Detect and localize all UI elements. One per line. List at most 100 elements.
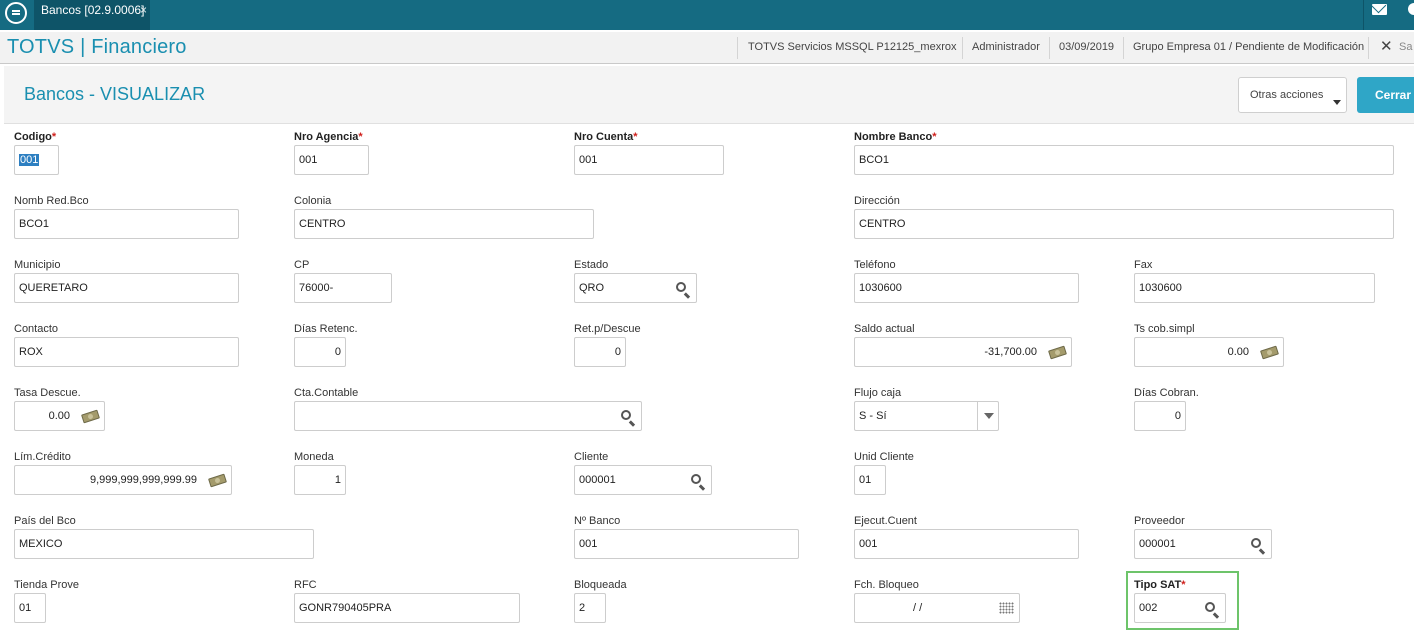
direccion-label: Dirección [854,195,900,207]
codigo-value: 001 [19,154,40,166]
lim-credito-input[interactable]: 9,999,999,999,999.99 [14,465,232,495]
fch-bloqueo-label: Fch. Bloqueo [854,579,919,591]
mail-icon[interactable] [1372,4,1387,15]
fax-input[interactable]: 1030600 [1134,273,1375,303]
tipo-sat-input[interactable]: 002 [1134,593,1226,623]
dias-cobran-label: Días Cobran. [1134,387,1199,399]
estado-input[interactable]: QRO [574,273,697,303]
tasa-descue-input[interactable]: 0.00 [14,401,105,431]
totvs-logo-icon[interactable] [5,2,27,24]
tasa-descue-label: Tasa Descue. [14,387,81,399]
contacto-input[interactable]: ROX [14,337,239,367]
proveedor-input[interactable]: 000001 [1134,529,1272,559]
telefono-input[interactable]: 1030600 [854,273,1079,303]
municipio-label: Municipio [14,259,61,271]
chevron-down-icon [1333,100,1341,105]
cta-contable-input[interactable] [294,401,642,431]
ts-cob-input[interactable]: 0.00 [1134,337,1284,367]
user-info: Administrador [972,41,1040,53]
other-actions-button[interactable]: Otras acciones [1238,77,1347,113]
header-divider [1123,37,1124,59]
ret-descue-input[interactable]: 0 [574,337,626,367]
codigo-input[interactable]: 001 [14,145,59,175]
search-icon[interactable] [621,410,631,420]
rfc-input[interactable]: GONR790405PRA [294,593,520,623]
money-icon[interactable] [81,409,100,424]
estado-label: Estado [574,259,609,271]
close-label[interactable]: Sa [1399,41,1412,53]
nro-agencia-input[interactable]: 001 [294,145,369,175]
required-marker: * [932,131,937,143]
user-icon[interactable] [1408,3,1414,15]
cp-label: CP [294,259,310,271]
flujo-caja-select[interactable]: S - Sí [854,401,999,431]
close-icon[interactable]: ✕ [1380,37,1393,55]
search-icon[interactable] [1205,602,1215,612]
fch-bloqueo-input[interactable]: / / [854,593,1020,623]
search-icon[interactable] [676,282,686,292]
moneda-label: Moneda [294,451,334,463]
money-icon[interactable] [1260,345,1279,360]
contacto-label: Contacto [14,323,59,335]
cp-input[interactable]: 76000- [294,273,392,303]
date-info: 03/09/2019 [1059,41,1115,53]
money-icon[interactable] [208,473,227,488]
pais-bco-input[interactable]: MEXICO [14,529,314,559]
header-divider [1368,37,1369,59]
calendar-icon[interactable] [999,602,1014,614]
bloqueada-input[interactable]: 2 [574,593,606,623]
required-marker: * [633,131,638,143]
codigo-label: Codigo [14,131,52,143]
tab-close-icon[interactable]: × [140,0,147,20]
close-button[interactable]: Cerrar [1357,77,1414,113]
ejecut-cuent-input[interactable]: 001 [854,529,1079,559]
ts-cob-value: 0.00 [1227,346,1249,358]
n-banco-label: Nº Banco [574,515,621,527]
saldo-actual-label: Saldo actual [854,323,915,335]
flujo-caja-label: Flujo caja [854,387,902,399]
header-divider [962,37,963,59]
nro-cuenta-input[interactable]: 001 [574,145,724,175]
proveedor-value: 000001 [1139,538,1176,550]
dias-cobran-input[interactable]: 0 [1134,401,1186,431]
unid-cliente-input[interactable]: 01 [854,465,886,495]
lim-credito-label: Lím.Crédito [14,451,71,463]
cliente-label: Cliente [574,451,609,463]
moneda-input[interactable]: 1 [294,465,346,495]
nombre-banco-input[interactable]: BCO1 [854,145,1394,175]
nomb-red-label: Nomb Red.Bco [14,195,89,207]
bloqueada-label: Bloqueada [574,579,627,591]
required-marker: * [1181,579,1186,591]
app-brand: TOTVS | Financiero [7,36,187,58]
tab-bancos[interactable]: Bancos [02.9.0006] × [34,0,150,30]
cliente-input[interactable]: 000001 [574,465,712,495]
chevron-down-icon[interactable] [984,413,994,419]
dias-retenc-input[interactable]: 0 [294,337,346,367]
n-banco-input[interactable]: 001 [574,529,799,559]
top-tab-bar: Bancos [02.9.0006] × [0,0,1414,30]
tienda-prove-input[interactable]: 01 [14,593,46,623]
header-divider [1049,37,1050,59]
cliente-value: 000001 [579,474,616,486]
select-divider [977,402,978,430]
flujo-caja-value: S - Sí [859,410,887,422]
colonia-label: Colonia [294,195,332,207]
nro-agencia-label: Nro Agencia [294,131,359,143]
pais-bco-label: País del Bco [14,515,76,527]
estado-value: QRO [579,282,605,294]
saldo-actual-input[interactable]: -31,700.00 [854,337,1072,367]
search-icon[interactable] [691,474,701,484]
money-icon[interactable] [1048,345,1067,360]
app-header: TOTVS | Financiero TOTVS Servicios MSSQL… [0,30,1414,64]
saldo-actual-value: -31,700.00 [984,346,1037,358]
ejecut-cuent-label: Ejecut.Cuent [854,515,917,527]
header-divider [737,37,738,59]
page-title: Bancos - VISUALIZAR [24,84,206,104]
ts-cob-label: Ts cob.simpl [1134,323,1195,335]
search-icon[interactable] [1251,538,1261,548]
direccion-input[interactable]: CENTRO [854,209,1394,239]
municipio-input[interactable]: QUERETARO [14,273,239,303]
colonia-input[interactable]: CENTRO [294,209,594,239]
nomb-red-input[interactable]: BCO1 [14,209,239,239]
unid-cliente-label: Unid Cliente [854,451,914,463]
